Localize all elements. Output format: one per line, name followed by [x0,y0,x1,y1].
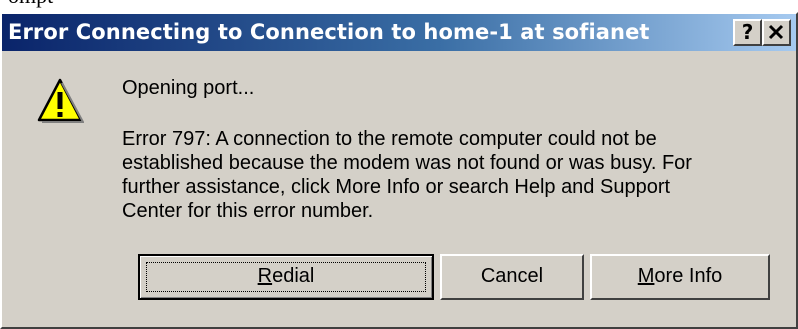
more-info-label-rest: ore Info [654,265,723,287]
more-info-mnemonic: M [637,265,655,287]
cancel-button[interactable]: Cancel [440,254,584,300]
page: ompt Error Connecting to Connection to h… [0,0,798,329]
background-caption: ompt [8,0,53,8]
error-message: Error 797: A connection to the remote co… [122,127,762,223]
redial-label-rest: edial [272,265,315,287]
more-info-button[interactable]: More Info [590,254,770,300]
close-button[interactable] [762,19,791,46]
close-icon [768,24,784,40]
warning-icon [37,78,84,123]
error-line: Center for this error number. [122,200,374,222]
window-title: Error Connecting to Connection to home-1… [8,20,650,44]
status-message: Opening port... [122,77,255,99]
error-line: further assistance, click More Info or s… [122,176,671,198]
redial-button[interactable]: Redial [138,254,434,300]
help-button[interactable]: ? [733,19,762,46]
title-bar[interactable]: Error Connecting to Connection to home-1… [2,14,796,51]
error-line: established because the modem was not fo… [122,152,692,174]
redial-label: Redial [258,265,315,287]
redial-mnemonic: R [257,265,273,287]
error-line: Error 797: A connection to the remote co… [122,128,657,150]
error-dialog: Error Connecting to Connection to home-1… [0,12,798,329]
